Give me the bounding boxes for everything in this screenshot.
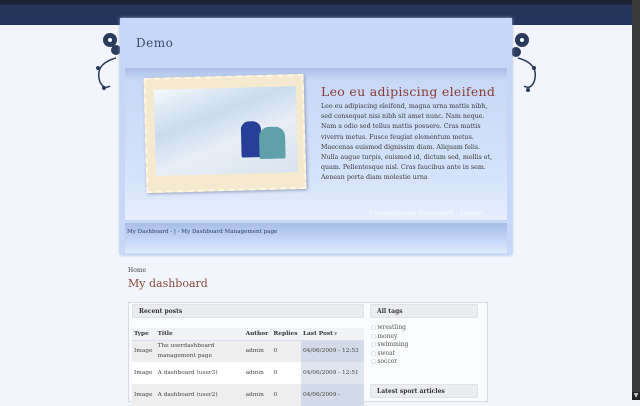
cell-replies: 0	[271, 340, 301, 362]
cell-type: Image	[132, 384, 156, 406]
tag-link[interactable]: sweat	[371, 350, 408, 359]
cell-last-post: 04/06/2009 - 12:53	[300, 340, 364, 362]
cell-replies: 0	[271, 362, 301, 384]
table-row: Image The userdashboard management page …	[132, 340, 364, 362]
cell-author[interactable]: admin	[243, 362, 272, 384]
cell-type: Image	[132, 362, 156, 384]
table-row: Image A dashboard (user3) admin 0 04/06/…	[132, 362, 364, 384]
table-row: Image A dashboard (user2) admin 0 04/06/…	[132, 384, 364, 406]
flower-ornament-right-icon	[511, 33, 536, 92]
nav-links[interactable]: My Dashboard - | - My Dashboard Manageme…	[127, 229, 278, 235]
tag-link[interactable]: money	[371, 333, 408, 342]
tag-link[interactable]: wrestling	[371, 324, 408, 333]
banner-text: Leo eu adipiscing eleifend, magna urna m…	[321, 103, 493, 182]
cell-last-post: 04/06/2009 -	[300, 384, 364, 406]
cell-author[interactable]: admin	[243, 384, 272, 406]
col-title[interactable]: Title	[155, 328, 244, 341]
recent-posts-header[interactable]: Recent posts	[132, 304, 364, 318]
breadcrumb-home[interactable]: Home	[128, 267, 146, 274]
post-title-link[interactable]: The userdashboard management page	[155, 340, 244, 362]
post-title-link[interactable]: A dashboard (user2)	[155, 384, 244, 406]
page-title: My dashboard	[128, 277, 208, 290]
cell-type: Image	[132, 340, 156, 362]
col-type[interactable]: Type	[132, 328, 156, 341]
cell-replies: 0	[271, 384, 301, 406]
cell-last-post: 04/06/2009 - 12:51	[300, 362, 364, 384]
tag-list: wrestling money swimming sweat soccer	[371, 324, 408, 367]
recent-posts-table: Type Title Author Replies Last Post ▼ Im…	[132, 328, 364, 406]
page-header: Demo Leo eu adipiscing eleifend Leo eu a…	[120, 18, 512, 255]
flower-ornament-left-icon	[96, 33, 121, 90]
tag-link[interactable]: soccer	[371, 358, 408, 367]
col-last-post[interactable]: Last Post ▼	[300, 328, 364, 341]
sort-desc-icon: ▼	[332, 330, 338, 336]
scroll-down-icon[interactable]: ▼	[632, 392, 640, 400]
post-title-link[interactable]: A dashboard (user3)	[155, 362, 244, 384]
scrollbar[interactable]: ▼	[632, 0, 640, 400]
col-author[interactable]: Author	[243, 328, 272, 341]
all-tags-header[interactable]: All tags	[370, 304, 478, 318]
banner-credit: Userdashboard screenshots - Lugand	[369, 210, 483, 217]
site-name[interactable]: Demo	[136, 36, 173, 50]
tag-link[interactable]: swimming	[371, 341, 408, 350]
banner-heading: Leo eu adipiscing eleifend	[321, 84, 496, 99]
nav-bar: My Dashboard - | - My Dashboard Manageme…	[125, 223, 507, 253]
banner: Leo eu adipiscing eleifend Leo eu adipis…	[125, 68, 507, 220]
banner-photo	[153, 86, 299, 176]
banner-photo-frame	[143, 73, 307, 194]
col-replies[interactable]: Replies	[271, 328, 301, 341]
sport-articles-header[interactable]: Latest sport articles	[370, 384, 478, 398]
cell-author[interactable]: admin	[243, 340, 272, 362]
